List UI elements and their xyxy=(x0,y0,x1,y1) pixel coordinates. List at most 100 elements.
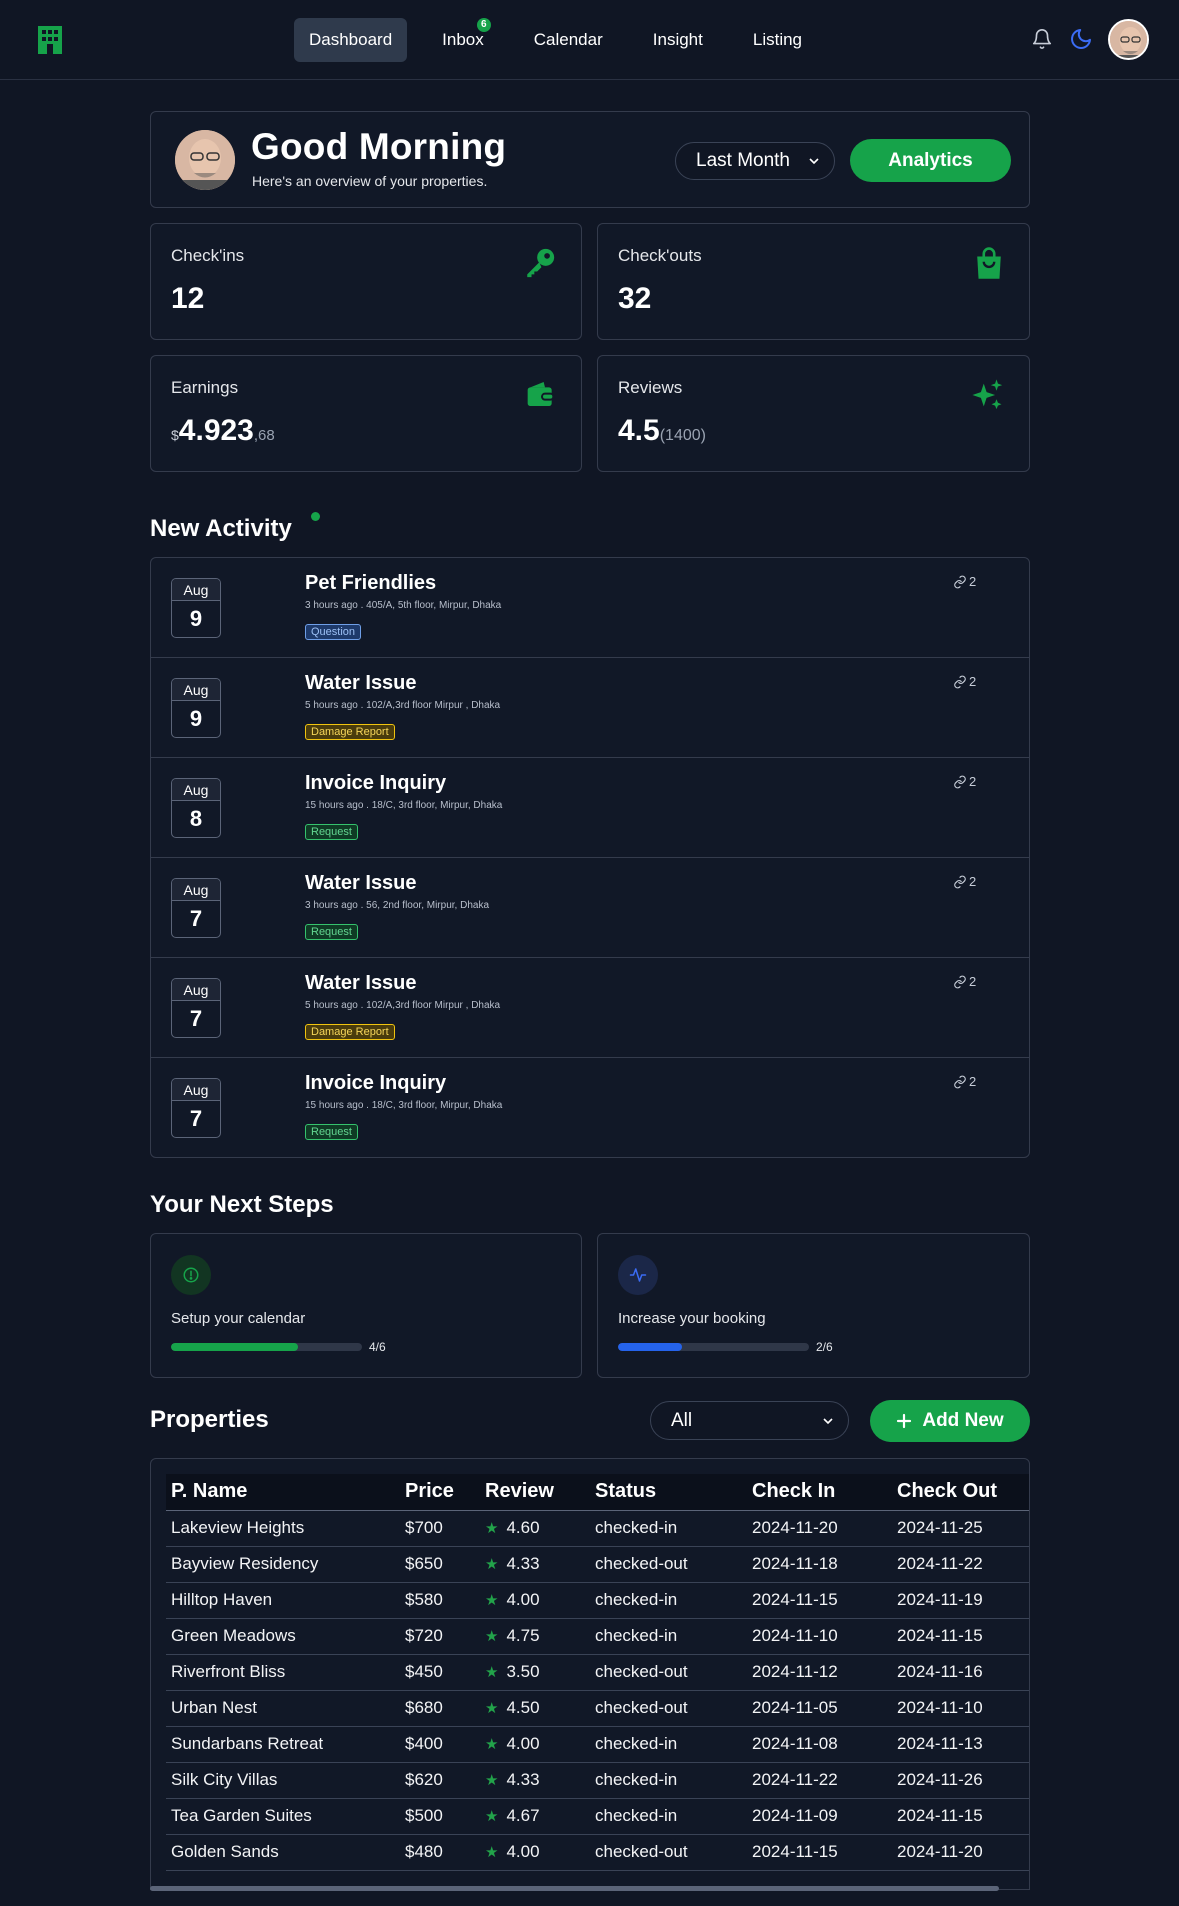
column-header[interactable]: Review xyxy=(480,1474,590,1511)
review-cell: ★ 4.00 xyxy=(480,1726,590,1763)
table-row[interactable]: Golden Sands $480 ★ 4.00 checked-out 2024-11-… xyxy=(166,1834,1029,1871)
link-icon xyxy=(954,1075,966,1088)
nav-dashboard[interactable]: Dashboard xyxy=(294,18,408,62)
column-header[interactable]: Status xyxy=(590,1474,747,1511)
activity-attachments[interactable]: 2 xyxy=(953,574,976,589)
activity-day: 7 xyxy=(189,906,203,931)
table-row[interactable]: Bayview Residency $650 ★ 4.33 checked-out 202… xyxy=(166,1546,1029,1583)
table-horizontal-scrollbar[interactable] xyxy=(150,1886,999,1891)
key-icon xyxy=(527,248,555,278)
star-icon: ★ xyxy=(485,1592,499,1609)
add-new-property-button[interactable]: Add New xyxy=(870,1400,1030,1442)
properties-filter-select[interactable]: All xyxy=(650,1401,849,1440)
activity-item[interactable]: Aug 8 Invoice Inquiry 15 hours ago . 18/C, … xyxy=(151,758,1029,858)
table-row[interactable]: Sundarbans Retreat $400 ★ 4.00 checked-in 202… xyxy=(166,1726,1029,1763)
review-value: 4.67 xyxy=(506,1806,540,1825)
review-value: 4.00 xyxy=(506,1734,540,1753)
column-header[interactable]: Check Out xyxy=(892,1474,1029,1511)
activity-item[interactable]: Aug 9 Water Issue 5 hours ago . 102/A,3rd f… xyxy=(151,658,1029,758)
column-header[interactable]: Price xyxy=(400,1474,480,1511)
activity-item[interactable]: Aug 7 Water Issue 5 hours ago . 102/A,3rd f… xyxy=(151,958,1029,1058)
table-cell: checked-out xyxy=(590,1690,747,1727)
table-row[interactable]: Riverfront Bliss $450 ★ 3.50 checked-out 2024… xyxy=(166,1654,1029,1691)
table-cell: checked-out xyxy=(590,1546,747,1583)
table-cell: 2024-11-05 xyxy=(747,1690,892,1727)
activity-day: 9 xyxy=(189,706,203,731)
table-cell: 2024-11-15 xyxy=(747,1582,892,1619)
properties-table-container[interactable]: P. Name Price Review Status Check In Check Ou… xyxy=(150,1458,1030,1890)
table-cell: 2024-11-15 xyxy=(892,1798,1029,1835)
activity-link-count: 2 xyxy=(969,674,977,689)
table-row[interactable]: Tea Garden Suites $500 ★ 4.67 checked-in 2024… xyxy=(166,1798,1029,1835)
activity-link-count: 2 xyxy=(969,874,977,889)
table-row[interactable]: Green Meadows $720 ★ 4.75 checked-in 2024-11-… xyxy=(166,1618,1029,1655)
review-cell: ★ 3.50 xyxy=(480,1654,590,1691)
activity-month: Aug xyxy=(172,1079,220,1101)
nav-listing[interactable]: Listing xyxy=(738,18,817,62)
activity-item[interactable]: Aug 9 Pet Friendlies 3 hours ago . 405/A, 5… xyxy=(151,558,1029,658)
activity-link-count: 2 xyxy=(969,1074,977,1089)
step-calendar-card[interactable]: Setup your calendar 4/6 xyxy=(150,1233,582,1378)
table-cell: checked-in xyxy=(590,1762,747,1799)
table-cell: 2024-11-25 xyxy=(892,1510,1029,1547)
activity-meta: 3 hours ago . 56, 2nd floor, Mirpur, Dha… xyxy=(305,900,489,911)
activity-item[interactable]: Aug 7 Water Issue 3 hours ago . 56, 2nd flo… xyxy=(151,858,1029,958)
table-cell: $720 xyxy=(400,1618,480,1655)
table-cell: 2024-11-13 xyxy=(892,1726,1029,1763)
activity-month: Aug xyxy=(172,979,220,1001)
review-cell: ★ 4.60 xyxy=(480,1510,590,1547)
dark-mode-moon-icon[interactable] xyxy=(1068,26,1094,52)
activity-attachments[interactable]: 2 xyxy=(953,1074,976,1089)
table-cell: 2024-11-10 xyxy=(892,1690,1029,1727)
activity-attachments[interactable]: 2 xyxy=(953,674,976,689)
nav-calendar[interactable]: Calendar xyxy=(519,18,618,62)
live-indicator-dot xyxy=(311,512,320,521)
activity-attachments[interactable]: 2 xyxy=(953,774,976,789)
greeting-card: Good Morning Here's an overview of your … xyxy=(150,111,1030,208)
notifications-bell-icon[interactable] xyxy=(1029,26,1055,52)
period-select[interactable]: Last Month xyxy=(675,142,835,180)
review-value: 4.00 xyxy=(506,1590,540,1609)
table-cell: $580 xyxy=(400,1582,480,1619)
user-avatar[interactable] xyxy=(1108,19,1149,60)
wallet-icon xyxy=(527,382,555,406)
activity-title: Pet Friendlies xyxy=(305,572,437,594)
activity-item[interactable]: Aug 7 Invoice Inquiry 15 hours ago . 18/C, … xyxy=(151,1058,1029,1157)
step-booking-card[interactable]: Increase your booking 2/6 xyxy=(597,1233,1030,1378)
nav-dashboard-label: Dashboard xyxy=(309,30,393,49)
nav-insight[interactable]: Insight xyxy=(638,18,718,62)
column-header[interactable]: P. Name xyxy=(166,1474,400,1511)
review-cell: ★ 4.67 xyxy=(480,1798,590,1835)
activity-date-box: Aug 8 xyxy=(171,778,221,838)
table-cell: 2024-11-20 xyxy=(747,1510,892,1547)
table-cell: Riverfront Bliss xyxy=(166,1654,400,1691)
table-row[interactable]: Lakeview Heights $700 ★ 4.60 checked-in 2024-… xyxy=(166,1510,1029,1547)
table-cell: 2024-11-22 xyxy=(747,1762,892,1799)
activity-date-box: Aug 9 xyxy=(171,678,221,738)
table-cell: Sundarbans Retreat xyxy=(166,1726,400,1763)
review-value: 4.33 xyxy=(506,1770,540,1789)
step-calendar-progress-fill xyxy=(171,1343,299,1351)
activity-title: Invoice Inquiry xyxy=(305,772,447,794)
table-row[interactable]: Hilltop Haven $580 ★ 4.00 checked-in 2024-11-… xyxy=(166,1582,1029,1619)
activity-title: Invoice Inquiry xyxy=(305,1072,447,1094)
activity-day: 7 xyxy=(189,1106,203,1131)
activity-title: Water Issue xyxy=(305,872,417,894)
table-cell: $650 xyxy=(400,1546,480,1583)
table-cell: Urban Nest xyxy=(166,1690,400,1727)
activity-attachments[interactable]: 2 xyxy=(953,874,976,889)
checkins-value: 12 xyxy=(171,282,205,315)
activity-tag: Request xyxy=(305,824,358,840)
analytics-button[interactable]: Analytics xyxy=(850,139,1011,182)
table-cell: 2024-11-12 xyxy=(747,1654,892,1691)
nav-inbox[interactable]: Inbox 6 xyxy=(427,18,499,62)
table-row[interactable]: Silk City Villas $620 ★ 4.33 checked-in 2024-… xyxy=(166,1762,1029,1799)
column-header[interactable]: Check In xyxy=(747,1474,892,1511)
hotel-logo-icon[interactable] xyxy=(37,25,63,55)
star-icon: ★ xyxy=(485,1556,499,1573)
table-row[interactable]: Urban Nest $680 ★ 4.50 checked-out 2024-11-05… xyxy=(166,1690,1029,1727)
earnings-main: 4.923 xyxy=(178,414,254,447)
activity-month: Aug xyxy=(172,679,220,701)
table-cell: 2024-11-18 xyxy=(747,1546,892,1583)
activity-attachments[interactable]: 2 xyxy=(953,974,976,989)
